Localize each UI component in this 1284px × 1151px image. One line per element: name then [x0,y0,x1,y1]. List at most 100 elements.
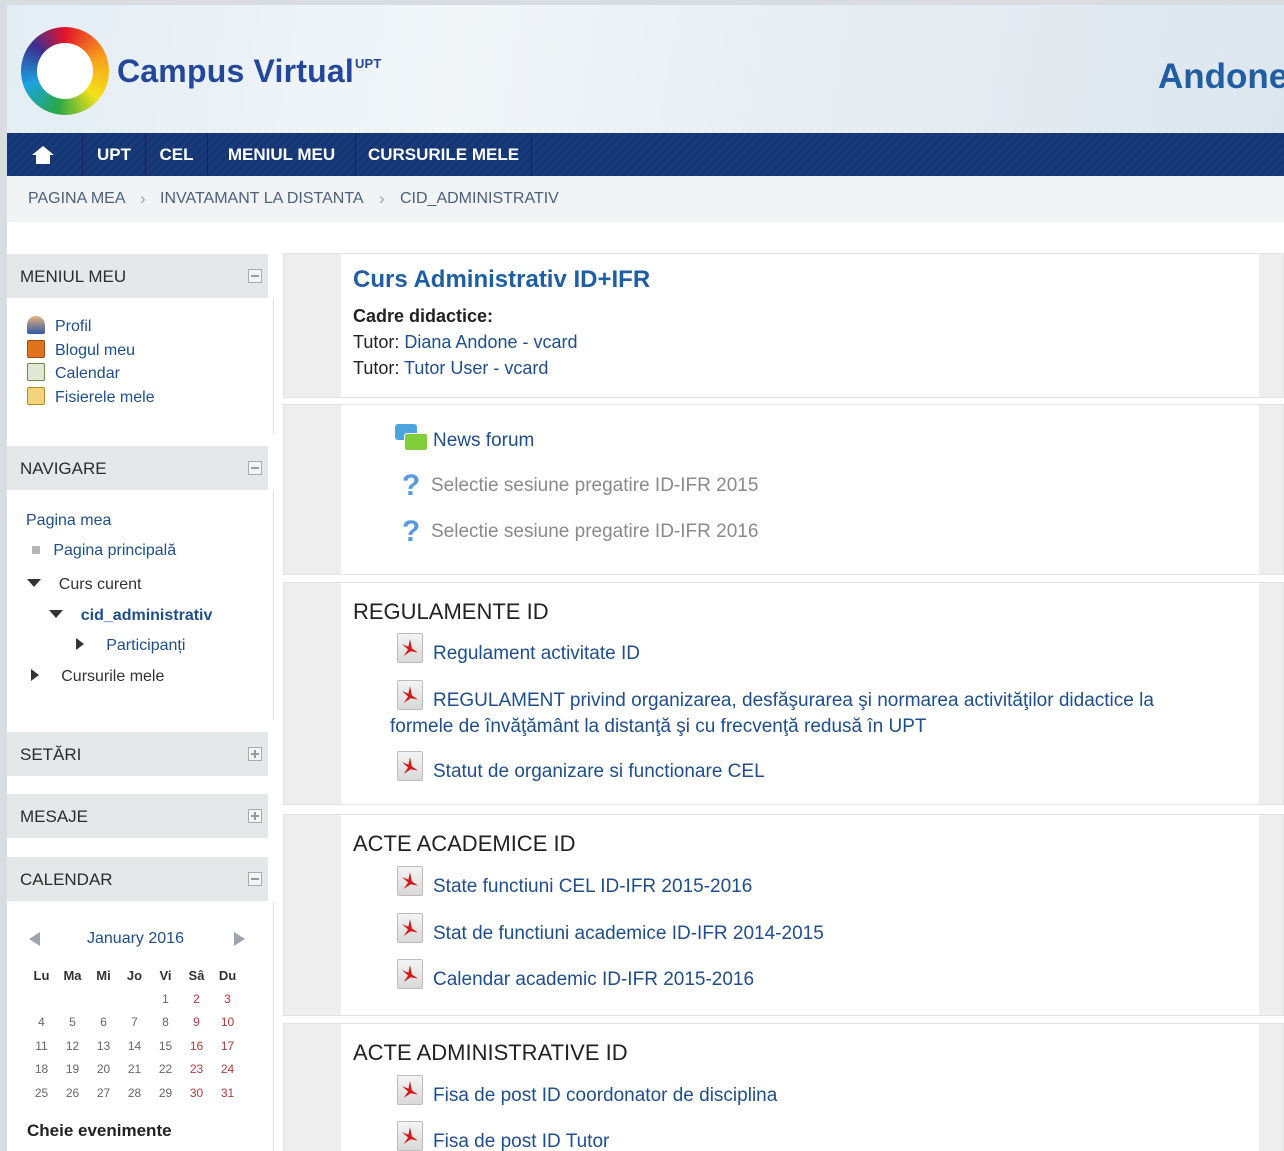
nav-curs-curent[interactable]: Curs curent [27,576,141,594]
calendar-day: 15 [158,1038,173,1053]
calendar-day: 26 [65,1085,80,1100]
weekday-label: Mi [96,967,111,983]
calendar-day: 28 [127,1085,142,1100]
weekday-label: Ma [63,967,82,983]
section-title: ACTE ADMINISTRATIVE ID [353,1040,628,1065]
expand-icon[interactable] [248,747,262,761]
tutor-name-link[interactable]: Diana Andone [404,332,517,352]
resource-link[interactable]: Calendar academic ID-IFR 2015-2016 [397,959,754,991]
nav-home[interactable] [7,133,83,176]
calendar-day: 1 [162,991,169,1006]
nav-cel[interactable]: CEL [146,133,208,176]
calendar-day: 2 [193,991,200,1006]
calendar-day: 12 [65,1038,80,1053]
calendar-day: 7 [131,1015,138,1030]
calendar-day: 27 [96,1085,111,1100]
calendar-day: 6 [100,1015,107,1030]
news-forum-link[interactable]: News forum [395,424,534,452]
nav-upt[interactable]: UPT [83,133,146,176]
calendar-day: 18 [34,1062,49,1077]
calendar-day: 9 [193,1015,200,1030]
vcard-link[interactable]: vcard [533,332,577,352]
menu-item-fisiere[interactable]: Fisierele mele [27,387,155,407]
calendar-day: 5 [69,1015,76,1030]
section-right-gutter [1259,254,1283,397]
resource-link[interactable]: Fisa de post ID Tutor [397,1121,609,1151]
calendar-day: 3 [224,991,231,1006]
section-left-gutter [284,583,341,804]
block-calendar-header: CALENDAR [7,857,268,901]
block-title: CALENDAR [20,870,113,889]
block-meniul-meu-header: MENIUL MEU [7,254,268,298]
calendar-day [119,987,150,1011]
expanded-icon [27,579,41,587]
menu-item-calendar[interactable]: Calendar [27,363,120,383]
collapsed-icon [31,669,39,681]
pdf-icon [397,1121,423,1151]
resource-link[interactable]: State functiuni CEL ID-IFR 2015-2016 [397,866,752,898]
collapse-icon[interactable] [248,872,262,886]
collapse-icon[interactable] [248,461,262,475]
weekday-label: Du [218,967,237,983]
calendar-day: 22 [158,1062,173,1077]
nav-meniul-meu[interactable]: MENIUL MEU [208,133,356,176]
calendar-day: 31 [220,1085,235,1100]
quiz-link-2016[interactable]: ? Selectie sesiune pregatire ID-IFR 2016 [399,517,759,547]
nav-cursurile-mele[interactable]: CURSURILE MELE [356,133,532,176]
section-right-gutter [1259,815,1283,1015]
blog-icon [27,340,45,358]
tutor-row: Tutor: Diana Andone - vcard [353,332,578,352]
site-logo-text[interactable]: Campus VirtualUPT [117,53,382,90]
block-title: MESAJE [20,807,89,826]
calendar-day: 19 [65,1062,80,1077]
calendar-month-title[interactable]: January 2016 [87,930,184,948]
nav-course-current[interactable]: cid_administrativ [49,607,212,625]
breadcrumb-separator-icon: › [379,189,385,208]
calendar-prev-icon[interactable] [29,932,40,946]
calendar-day: 11 [35,1038,48,1053]
resource-link[interactable]: Fisa de post ID coordonator de disciplin… [397,1075,777,1107]
block-navigare-body: Pagina mea Pagina principală Curs curent… [7,490,274,720]
collapse-icon[interactable] [248,269,262,283]
calendar-day: 20 [96,1062,111,1077]
vcard-link[interactable]: vcard [504,358,548,378]
question-icon: ? [401,469,421,502]
weekday-label: Vi [159,967,172,983]
tutor-name-link[interactable]: Tutor User [404,358,488,378]
calendar-day: 24 [220,1062,235,1077]
user-name[interactable]: Andone [1158,57,1284,97]
section-left-gutter [284,815,341,1015]
calendar-day: 23 [189,1062,204,1077]
menu-item-blog[interactable]: Blogul meu [27,340,135,360]
expand-icon[interactable] [248,809,262,823]
block-navigare-header: NAVIGARE [7,446,268,490]
expanded-icon [49,610,63,618]
calendar-day: 16 [189,1038,204,1053]
calendar-day [57,987,88,1011]
resource-link[interactable]: Regulament activitate ID [397,633,640,665]
nav-pagina-principala[interactable]: Pagina principală [32,542,176,560]
section-left-gutter [284,405,341,574]
resource-link[interactable]: REGULAMENT privind organizarea, desfăşur… [397,680,1154,712]
breadcrumb-course[interactable]: CID_ADMINISTRATIV [400,190,559,208]
logo-ring-icon[interactable] [21,27,109,115]
calendar-day: 14 [127,1038,142,1053]
menu-item-profil[interactable]: Profil [27,316,91,336]
quiz-link-2015[interactable]: ? Selectie sesiune pregatire ID-IFR 2015 [399,469,759,502]
breadcrumb-pagina-mea[interactable]: PAGINA MEA [28,190,126,208]
resource-link-continued[interactable]: formele de învăţământ la distanţă şi cu … [390,716,927,738]
block-setari-header[interactable]: SETĂRI [7,732,268,776]
user-icon [27,316,45,334]
nav-participanti[interactable]: Participanți [76,637,185,655]
calendar-next-icon[interactable] [234,932,245,946]
pdf-icon [397,751,423,781]
resource-link[interactable]: Statut de organizare si functionare CEL [397,751,765,783]
nav-pagina-mea[interactable]: Pagina mea [26,512,111,530]
pdf-icon [397,1075,423,1105]
breadcrumb-invatamant[interactable]: INVATAMANT LA DISTANTA [160,190,364,208]
resource-link[interactable]: Stat de functiuni academice ID-IFR 2014-… [397,913,824,945]
calendar-day [88,987,119,1011]
pdf-icon [397,866,423,896]
nav-cursurile-mele[interactable]: Cursurile mele [31,668,164,686]
block-mesaje-header[interactable]: MESAJE [7,794,268,838]
